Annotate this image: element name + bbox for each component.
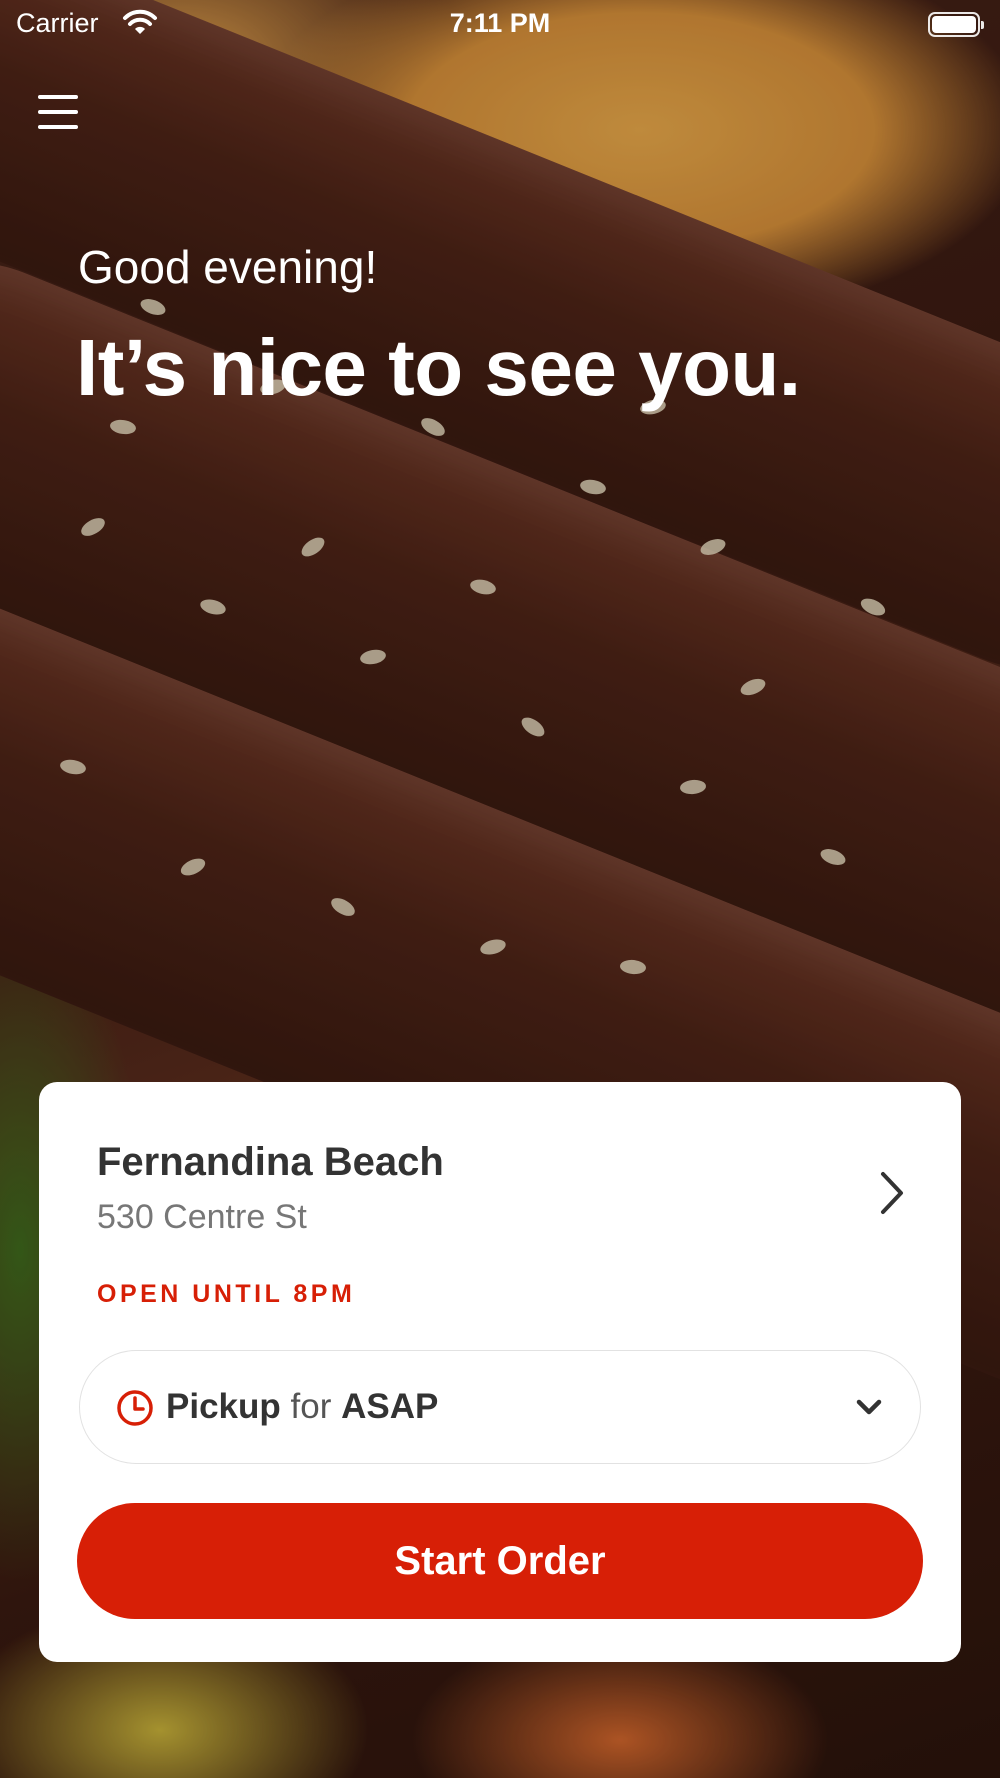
- battery-fill: [932, 16, 976, 33]
- menu-line: [38, 125, 78, 129]
- order-mode-value: Pickup: [166, 1387, 281, 1426]
- hamburger-menu-icon[interactable]: [36, 92, 80, 132]
- battery-icon: [928, 12, 984, 37]
- chevron-right-icon[interactable]: [877, 1168, 907, 1218]
- greeting-text: Good evening!: [78, 241, 378, 293]
- start-order-button[interactable]: Start Order: [77, 1503, 923, 1619]
- status-time: 7:11 PM: [449, 8, 551, 38]
- location-address: 530 Centre St: [97, 1198, 307, 1236]
- hours-status: OPEN UNTIL 8PM: [97, 1280, 356, 1308]
- location-name[interactable]: Fernandina Beach: [97, 1140, 444, 1185]
- menu-line: [38, 110, 78, 114]
- clock-icon: [117, 1390, 153, 1426]
- order-mode-selector[interactable]: Pickup for ASAP: [79, 1350, 921, 1464]
- status-bar: Carrier 7:11 PM: [0, 0, 1000, 50]
- order-mode-connector: for: [290, 1387, 332, 1426]
- menu-line: [38, 95, 78, 99]
- order-mode-text: Pickup for ASAP: [166, 1387, 438, 1427]
- location-card: Fernandina Beach 530 Centre St OPEN UNTI…: [39, 1082, 961, 1662]
- order-time-value: ASAP: [341, 1387, 439, 1426]
- chevron-down-icon: [856, 1399, 882, 1415]
- welcome-headline: It’s nice to see you.: [76, 323, 801, 412]
